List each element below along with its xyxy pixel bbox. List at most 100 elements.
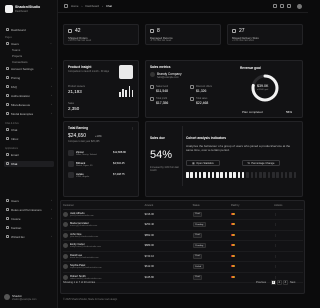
- sidebar-item-authentication[interactable]: Authentication ›: [4, 93, 54, 99]
- product-image: [119, 65, 133, 79]
- mini-bar: [122, 88, 124, 97]
- sidebar-item-dashboard[interactable]: Dashboard: [4, 27, 54, 33]
- sidebar-item-chat[interactable]: Chat: [4, 127, 54, 133]
- more-actions-icon[interactable]: ⋮: [274, 276, 277, 279]
- stat-sub: -8.7% than last week: [150, 40, 172, 42]
- sidebar-item-modal-examples[interactable]: Modal Examples ›: [4, 111, 54, 117]
- cohort-desc: Analyzes the behaviour of a group of use…: [186, 144, 291, 152]
- chat-icon: [5, 162, 9, 166]
- chart-icon: ▦: [192, 161, 195, 165]
- sidebar-item-wizard[interactable]: Wizard Ex ›: [4, 234, 54, 240]
- amount-cell: $316.00: [144, 209, 193, 220]
- user-profile[interactable]: Shadcn shadcn@example.com: [4, 292, 54, 302]
- company-email: hello@example.com: [157, 76, 179, 79]
- chevron-right-icon: ›: [51, 85, 52, 89]
- search-icon[interactable]: [273, 4, 277, 8]
- page-button-1[interactable]: 1: [271, 280, 276, 285]
- kpi-value: $11,548: [156, 89, 169, 93]
- percentage-change-button[interactable]: % Percentage Change: [242, 160, 280, 166]
- more-actions-icon[interactable]: ⋮: [274, 213, 277, 216]
- customer-cell: David Lee david.lee@shadcnstudio.com: [63, 253, 145, 259]
- discount-icon: [190, 85, 194, 89]
- earning-row-amount: $7,248.75: [113, 173, 125, 176]
- sidebar-sub-connections[interactable]: Connections: [12, 60, 28, 64]
- pagination-next[interactable]: Next: [290, 281, 295, 284]
- table-row[interactable]: David Lee david.lee@shadcnstudio.com $723.…: [63, 251, 303, 262]
- brand-name: Shadcn/Studio: [15, 5, 41, 9]
- page-button-3[interactable]: 3: [283, 280, 288, 285]
- page-button-2[interactable]: 2: [277, 280, 282, 285]
- lock-icon: [5, 94, 9, 98]
- customer-cell: Sophia Patel sophia.patel@shadcnstudio.co…: [63, 264, 145, 270]
- bell-icon[interactable]: [287, 4, 291, 8]
- earning-row-amount: $4,532.45: [113, 162, 125, 165]
- sidebar-sub-projects[interactable]: Projects: [12, 54, 22, 58]
- customer-email: david.lee@shadcnstudio.com: [70, 256, 99, 259]
- pagination-prev[interactable]: Previous: [256, 281, 266, 284]
- sidebar-item-invoice[interactable]: Invoice ›: [4, 216, 54, 222]
- cohort-card: Sales due 54% Increased by 11% from last…: [145, 121, 303, 197]
- amount-cell: $612.00: [144, 261, 193, 273]
- table-row[interactable]: John Doe john.doe@shadcnstudio.com $852.00…: [63, 230, 303, 241]
- sidebar-item-roles[interactable]: Roles and Permissions ›: [4, 207, 54, 213]
- more-actions-icon[interactable]: ⋮: [274, 244, 277, 247]
- sidebar-sub-teams[interactable]: Teams: [12, 48, 20, 52]
- more-actions-icon[interactable]: ⋮: [274, 255, 277, 258]
- plan-label: Plan completed: [242, 110, 263, 114]
- stat-card-shipped: 42 Shipped Orders +18.2% than last week: [63, 24, 139, 45]
- breadcrumb-dashboard[interactable]: Dashboard: [85, 4, 99, 8]
- sidebar-item-kanban[interactable]: Kanban: [4, 225, 54, 231]
- table-row[interactable]: Jack Alfredo jack@shadcnstudio.com $316.00…: [63, 209, 303, 220]
- company-logo: [150, 72, 155, 77]
- progress-segment: [276, 172, 279, 178]
- sidebar-item-users-app[interactable]: Users ›: [4, 198, 54, 204]
- sales-metrics-card: Sales metrics Brandy Company hello@examp…: [145, 60, 303, 118]
- table-row[interactable]: Emily Carter emily.carter@shadcnstudio.co…: [63, 240, 303, 252]
- sidebar-item-label: Chat: [11, 161, 18, 166]
- sidebar-item-miscellaneous[interactable]: Miscellaneous ›: [4, 102, 54, 108]
- sidebar-item-label: Pricing: [11, 75, 21, 80]
- sidebar-item-chat-active[interactable]: Chat: [4, 161, 54, 167]
- sales-icon: [190, 97, 194, 101]
- sidebar-item-inbox[interactable]: Inbox: [4, 136, 54, 142]
- sidebar-toggle-icon[interactable]: [64, 4, 68, 8]
- amount-cell: $889.00: [144, 240, 193, 252]
- open-statistics-button[interactable]: ▦ Open Statistics: [186, 160, 220, 166]
- progress-segment: [272, 172, 275, 178]
- progress-segment: [284, 172, 288, 178]
- segment-progress: [186, 172, 298, 178]
- revenue-goal-ring: [251, 74, 279, 102]
- kpi-label: Total profit: [156, 97, 168, 100]
- avatar: [4, 294, 10, 300]
- sidebar-item-users[interactable]: Users ⌄: [4, 41, 54, 47]
- table-row[interactable]: Maria Gonzalez maria.g@shadcnstudio.com $2…: [63, 219, 303, 231]
- progress-segment: [233, 172, 236, 178]
- more-actions-icon[interactable]: ⋮: [274, 223, 277, 226]
- sidebar-item-account-settings[interactable]: Account Settings ›: [4, 66, 54, 72]
- sidebar-item-pricing[interactable]: Pricing: [4, 75, 54, 81]
- zipcar-logo: [68, 150, 74, 156]
- table-row[interactable]: Sophia Patel sophia.patel@shadcnstudio.co…: [63, 261, 303, 273]
- sales-due-title: Sales due: [150, 136, 165, 140]
- customer-cell: Maria Gonzalez maria.g@shadcnstudio.com: [63, 222, 145, 228]
- more-icon[interactable]: ⋮: [131, 126, 134, 130]
- brand-subtitle: Dashboard: [15, 10, 28, 13]
- sidebar-item-faq[interactable]: FAQ ›: [4, 84, 54, 90]
- sidebar-item-email[interactable]: Email: [4, 152, 54, 158]
- mastercard-icon: [230, 254, 235, 258]
- table-row[interactable]: Robert Smith robert.smith@shadcnstudio.co…: [63, 272, 303, 283]
- customer-email: sophia.patel@shadcnstudio.com: [70, 267, 102, 270]
- bitbank-logo: [68, 161, 74, 167]
- mastercard-icon: [230, 265, 235, 268]
- stat-value: 42: [75, 28, 81, 34]
- progress-segment: [229, 172, 232, 178]
- more-actions-icon[interactable]: ⋮: [274, 265, 277, 268]
- theme-toggle-icon[interactable]: [280, 4, 284, 8]
- breadcrumb-home[interactable]: Home: [71, 4, 78, 8]
- avatar[interactable]: [297, 3, 302, 9]
- progress-segment: [211, 172, 215, 178]
- progress-segment: [220, 172, 223, 178]
- kanban-icon: [5, 226, 9, 230]
- avatar: [63, 211, 68, 217]
- more-actions-icon[interactable]: ⋮: [274, 234, 277, 237]
